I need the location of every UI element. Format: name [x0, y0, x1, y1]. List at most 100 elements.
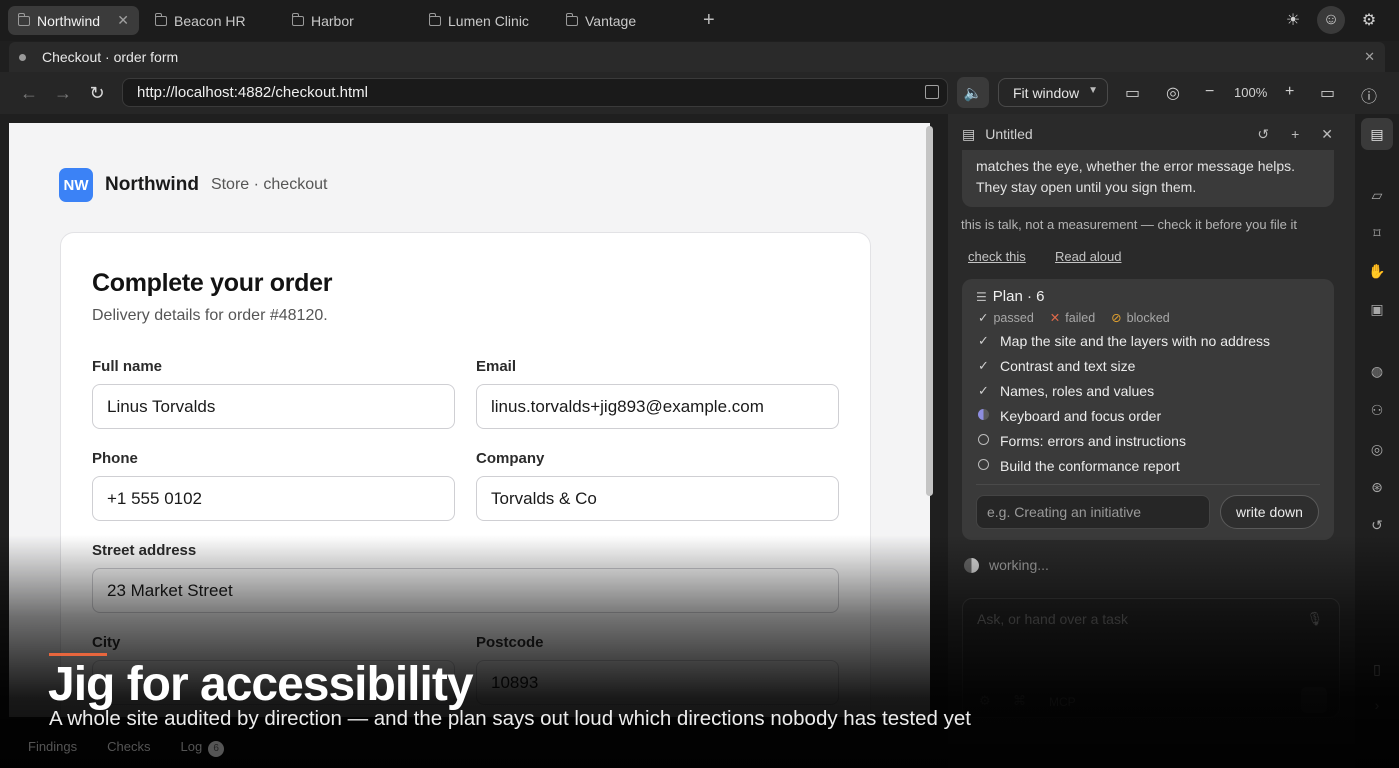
chevron-down-icon: ▼: [1088, 85, 1098, 96]
sun-icon[interactable]: ☀: [1279, 6, 1307, 34]
company-field[interactable]: Torvalds & Co: [476, 476, 839, 521]
full-name-label: Full name: [92, 358, 163, 375]
plan-item[interactable]: Keyboard and focus order: [978, 403, 1270, 428]
check-icon: ✓: [978, 382, 989, 398]
divider: [976, 484, 1320, 485]
add-icon[interactable]: +: [1291, 126, 1299, 143]
street-field[interactable]: 23 Market Street: [92, 568, 839, 613]
working-text: working...: [989, 557, 1049, 573]
palette-icon[interactable]: ◍: [1368, 362, 1386, 380]
forward-arrow-icon[interactable]: →: [46, 83, 80, 104]
url-input[interactable]: http://localhost:4882/checkout.html: [122, 78, 948, 107]
tab-northwind[interactable]: Northwind ✕: [8, 6, 139, 35]
caption-headline: Jig for accessibility: [48, 658, 474, 711]
close-tab-icon[interactable]: ✕: [117, 12, 129, 29]
company-label: Company: [476, 450, 545, 467]
close-icon[interactable]: ✕: [1321, 126, 1333, 143]
full-name-field[interactable]: Linus Torvalds: [92, 384, 455, 429]
window-controls: ☀ ☺ ⚙: [1279, 6, 1383, 34]
smiley-icon[interactable]: ☺: [1317, 6, 1345, 34]
caption-tagline: A whole site audited by direction — and …: [49, 707, 971, 730]
check-this-link[interactable]: check this: [968, 249, 1026, 264]
tab-checks[interactable]: Checks: [107, 739, 150, 757]
postcode-field[interactable]: 10893: [476, 660, 839, 705]
desktop-icon[interactable]: ▭: [1320, 83, 1335, 103]
zoom-level: 100%: [1234, 85, 1268, 100]
fit-window-select[interactable]: Fit window ▼: [998, 78, 1108, 107]
plan-item[interactable]: Build the conformance report: [978, 453, 1270, 478]
page-scrollbar[interactable]: [926, 126, 933, 496]
city-label: City: [92, 634, 121, 651]
copy-icon[interactable]: [925, 85, 939, 99]
spinner-icon: [964, 557, 979, 573]
reload-icon[interactable]: ↻: [80, 83, 114, 104]
read-aloud-link[interactable]: Read aloud: [1055, 249, 1122, 264]
zoom-in-icon[interactable]: +: [1285, 83, 1294, 101]
brand-name: Northwind: [105, 174, 199, 195]
gear-icon[interactable]: ⚙: [1355, 6, 1383, 34]
accessibility-icon[interactable]: ⊛: [1368, 478, 1386, 496]
plan-item[interactable]: ✓ Map the site and the layers with no add…: [978, 328, 1270, 353]
new-tab-button[interactable]: +: [703, 9, 715, 32]
ask-placeholder: Ask, or hand over a task: [977, 611, 1128, 627]
plan-item[interactable]: ✓ Contrast and text size: [978, 353, 1270, 378]
plan-item[interactable]: ✓ Names, roles and values: [978, 378, 1270, 403]
folder-icon[interactable]: ▱: [1368, 186, 1386, 204]
plan-card: ☰ Plan · 6 ✓ passed ✕ failed ⊘ blocked ✓ Map…: [962, 279, 1334, 540]
assistant-panel: ▤ Untitled ↺ + ✕ matches the eye, whethe…: [948, 114, 1355, 768]
microphone-icon[interactable]: 🎙: [1306, 611, 1323, 627]
tab-log[interactable]: Log 6: [181, 739, 225, 757]
hand-icon[interactable]: ✋: [1368, 262, 1386, 280]
tab-findings[interactable]: Findings: [28, 739, 77, 757]
email-field[interactable]: linus.torvalds+jig893@example.com: [476, 384, 839, 429]
ask-input[interactable]: Ask, or hand over a task 🎙 ⚙ ⌘ MCP: [962, 598, 1340, 718]
plan-header: ☰ Plan · 6: [976, 288, 1044, 305]
folder-icon: [429, 12, 441, 26]
mcp-label[interactable]: MCP: [1049, 695, 1076, 709]
back-arrow-icon[interactable]: ←: [12, 83, 46, 104]
picture-in-picture-icon[interactable]: ▭: [1125, 83, 1140, 103]
legend-failed: ✕ failed: [1049, 311, 1096, 325]
chevron-right-icon[interactable]: ›: [1368, 696, 1386, 714]
bookmark-icon[interactable]: ⌑: [1368, 224, 1386, 242]
phone-field[interactable]: +1 555 0102: [92, 476, 455, 521]
screenshot-icon[interactable]: ◎: [1166, 83, 1180, 103]
tab-harbor[interactable]: Harbor: [282, 6, 413, 35]
half-circle-icon: [978, 408, 1000, 423]
users-icon[interactable]: ⚇: [1368, 401, 1386, 419]
history-icon[interactable]: ↺: [1368, 516, 1386, 534]
legend-blocked: ⊘ blocked: [1111, 311, 1170, 325]
zoom-out-icon[interactable]: −: [1205, 83, 1214, 101]
document-bar: Checkout · order form ✕: [9, 42, 1385, 72]
disclaimer-note: this is talk, not a measurement — check …: [961, 217, 1297, 232]
brand-logo: NW: [59, 168, 93, 202]
log-count-badge: 6: [208, 741, 225, 757]
close-document-icon[interactable]: ✕: [1364, 49, 1375, 65]
scan-icon[interactable]: ◎: [1368, 440, 1386, 458]
tab-beacon-hr[interactable]: Beacon HR: [145, 6, 276, 35]
folder-icon: [155, 12, 167, 26]
accent-rule: [49, 653, 107, 656]
tab-vantage[interactable]: Vantage: [556, 6, 687, 35]
chat-icon[interactable]: ▤: [1361, 118, 1393, 150]
folder-icon: [566, 12, 578, 26]
plan-input[interactable]: e.g. Creating an initiative: [976, 495, 1210, 529]
folder-icon: [292, 12, 304, 26]
attach-icon[interactable]: ⌘: [1013, 693, 1026, 709]
plan-items: ✓ Map the site and the layers with no add…: [978, 328, 1270, 478]
write-down-button[interactable]: write down: [1220, 495, 1319, 529]
form-title: Complete your order: [92, 269, 333, 297]
right-sidebar: ▤ ▱ ⌑ ✋ ▣ ◍ ⚇ ◎ ⊛ ↺ ▯ ›: [1355, 114, 1399, 768]
page-viewport: NW Northwind Store · checkout Complete y…: [9, 123, 930, 717]
history-icon[interactable]: ↺: [1257, 126, 1269, 143]
help-icon[interactable]: ⓘ: [1361, 83, 1377, 107]
postcode-label: Postcode: [476, 634, 544, 651]
panel-title: Untitled: [985, 126, 1033, 142]
plan-item[interactable]: Forms: errors and instructions: [978, 428, 1270, 453]
send-icon[interactable]: [1301, 687, 1327, 713]
speaker-icon[interactable]: 🔈: [957, 77, 989, 108]
gear-icon[interactable]: ⚙: [979, 693, 991, 709]
bag-icon[interactable]: ▣: [1368, 300, 1386, 318]
tab-lumen-clinic[interactable]: Lumen Clinic: [419, 6, 550, 35]
layout-icon[interactable]: ▯: [1368, 660, 1386, 678]
